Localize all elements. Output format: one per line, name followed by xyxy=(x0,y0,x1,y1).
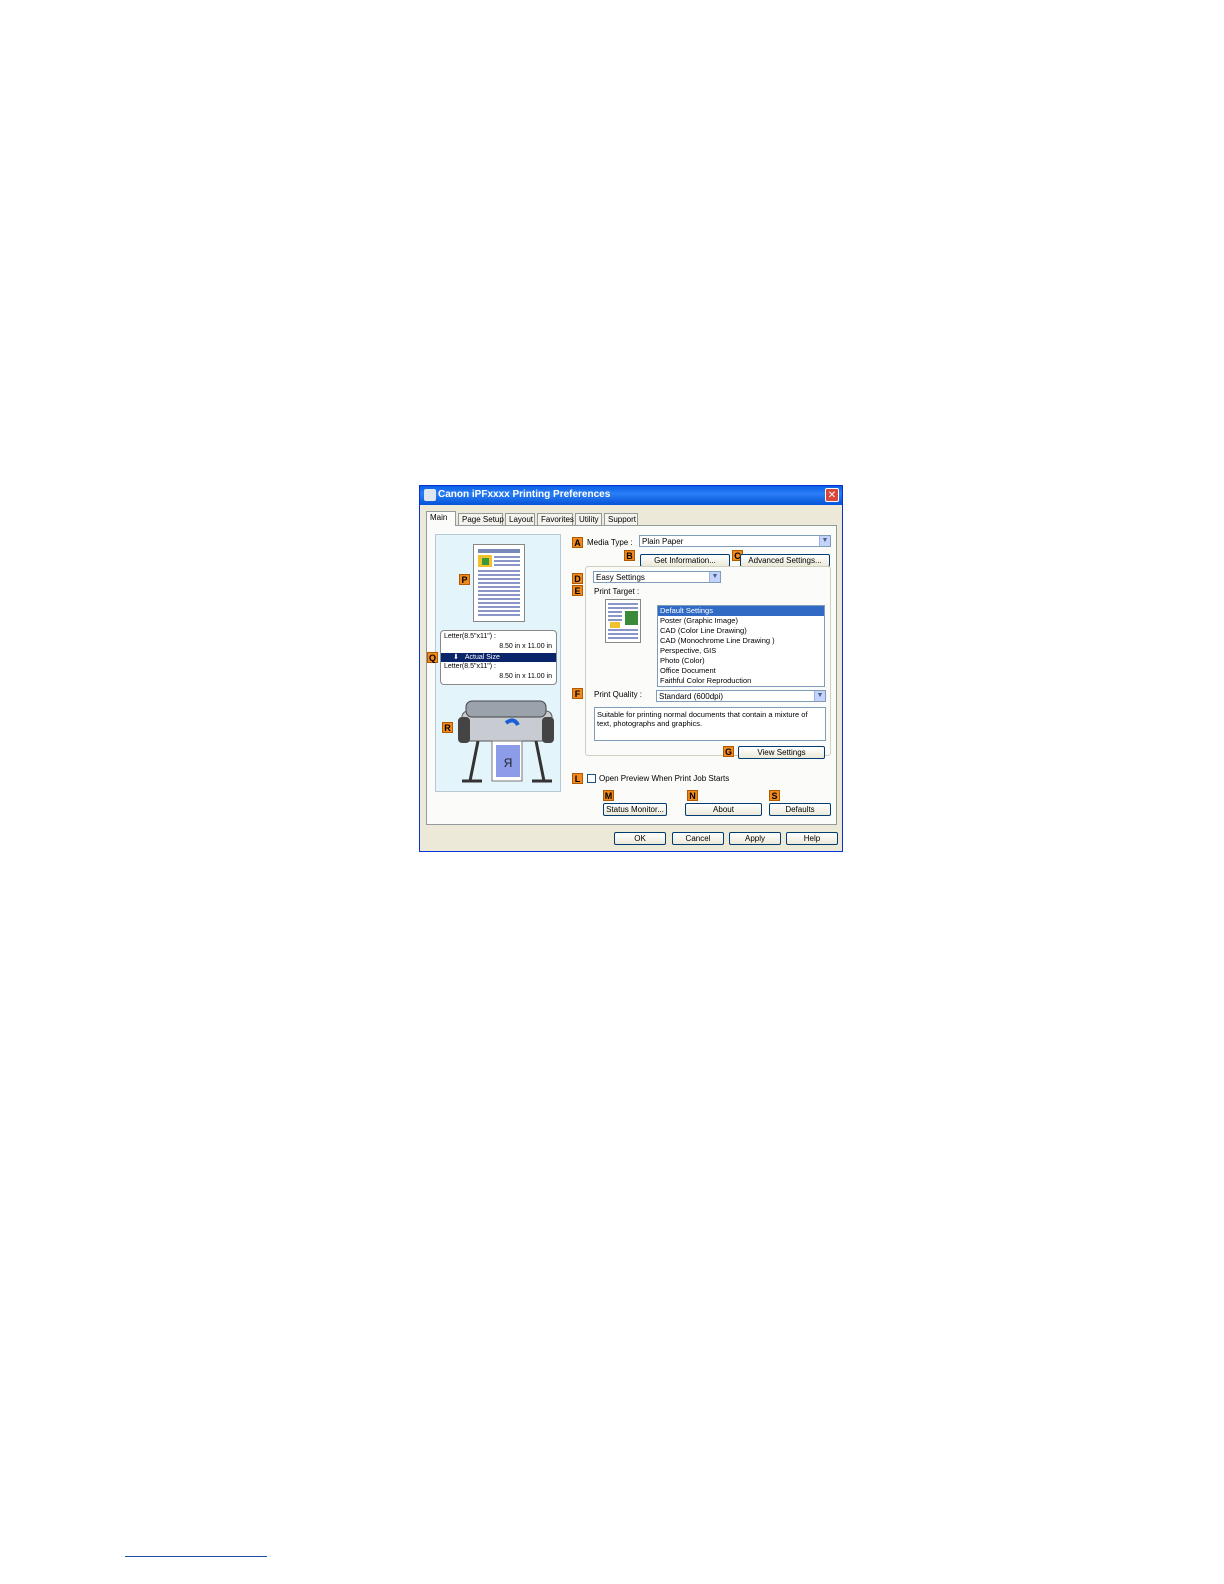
marker-e: E xyxy=(572,585,583,596)
list-item[interactable]: CAD (Monochrome Line Drawing ) xyxy=(658,636,824,646)
main-tab-panel: P Letter(8.5"x11") : 8.50 in x 11.00 in … xyxy=(426,525,837,825)
arrow-down-icon: ⬇ xyxy=(453,654,459,661)
marker-a: A xyxy=(572,537,583,548)
media-type-value: Plain Paper xyxy=(642,537,684,546)
window-title: Canon iPFxxxx Printing Preferences xyxy=(438,489,611,500)
marker-d: D xyxy=(572,573,583,584)
marker-m: M xyxy=(603,790,614,801)
preview-pane: P Letter(8.5"x11") : 8.50 in x 11.00 in … xyxy=(427,534,561,792)
tab-support[interactable]: Support xyxy=(604,513,638,525)
page-content-graphic xyxy=(478,549,520,616)
print-quality-label: Print Quality : xyxy=(594,690,643,699)
title-bar[interactable]: Canon iPFxxxx Printing Preferences ✕ xyxy=(420,486,842,505)
printer-icon xyxy=(424,489,436,501)
open-preview-label: Open Preview When Print Job Starts xyxy=(599,774,730,783)
list-item[interactable]: Office Document xyxy=(658,666,824,676)
open-preview-checkbox[interactable] xyxy=(587,774,596,783)
help-button[interactable]: Help xyxy=(786,832,838,845)
ok-button[interactable]: OK xyxy=(614,832,666,845)
sheet-letter: R xyxy=(503,756,512,770)
cancel-button[interactable]: Cancel xyxy=(672,832,724,845)
chevron-down-icon[interactable]: ▼ xyxy=(814,691,825,701)
status-monitor-button[interactable]: Status Monitor... xyxy=(603,803,667,816)
print-target-label: Print Target : xyxy=(594,587,640,596)
printer-illustration: R xyxy=(458,700,554,783)
marker-b: B xyxy=(624,550,635,561)
defaults-button[interactable]: Defaults xyxy=(769,803,831,816)
marker-q: Q xyxy=(427,652,438,663)
output-size-dims: 8.50 in x 11.00 in xyxy=(499,673,552,680)
tab-utility[interactable]: Utility xyxy=(575,513,602,525)
marker-p: P xyxy=(459,574,470,585)
print-quality-value: Standard (600dpi) xyxy=(659,692,724,701)
print-target-list[interactable]: Default Settings Poster (Graphic Image) … xyxy=(657,605,825,687)
marker-n: N xyxy=(687,790,698,801)
about-button[interactable]: About xyxy=(685,803,762,816)
chevron-down-icon[interactable]: ▼ xyxy=(819,536,830,546)
print-target-preview-icon xyxy=(605,599,641,643)
list-item[interactable]: CAD (Color Line Drawing) xyxy=(658,626,824,636)
page-preview-thumbnail xyxy=(473,544,525,622)
print-quality-select[interactable]: Standard (600dpi) ▼ xyxy=(656,690,826,702)
list-item[interactable]: Default Settings xyxy=(658,606,824,616)
list-item[interactable]: Perspective, GIS xyxy=(658,646,824,656)
scaling-bar: ⬇ Actual Size xyxy=(441,653,556,662)
list-item[interactable]: Photo (Color) xyxy=(658,656,824,666)
print-quality-description: Suitable for printing normal documents t… xyxy=(594,707,826,741)
printing-preferences-dialog: Canon iPFxxxx Printing Preferences ✕ Mai… xyxy=(419,485,843,852)
output-size-label: Letter(8.5"x11") : xyxy=(444,663,496,670)
scaling-label: Actual Size xyxy=(464,654,500,661)
close-button[interactable]: ✕ xyxy=(825,488,839,502)
marker-f: F xyxy=(572,688,583,699)
footnote-rule xyxy=(125,1556,267,1557)
view-settings-button[interactable]: View Settings xyxy=(738,746,825,759)
original-size-label: Letter(8.5"x11") : xyxy=(444,633,496,640)
marker-g: G xyxy=(723,746,734,757)
tab-favorites[interactable]: Favorites xyxy=(537,513,574,525)
marker-s: S xyxy=(769,790,780,801)
media-type-select[interactable]: Plain Paper ▼ xyxy=(639,535,831,547)
tab-layout[interactable]: Layout xyxy=(505,513,535,525)
list-item[interactable]: Poster (Graphic Image) xyxy=(658,616,824,626)
paper-size-info: Letter(8.5"x11") : 8.50 in x 11.00 in ⬇ … xyxy=(440,630,557,685)
media-type-label: Media Type : xyxy=(587,538,633,547)
marker-l: L xyxy=(572,773,583,784)
marker-r: R xyxy=(442,722,453,733)
tab-page-setup[interactable]: Page Setup xyxy=(458,513,504,525)
original-size-dims: 8.50 in x 11.00 in xyxy=(499,643,552,650)
apply-button[interactable]: Apply xyxy=(729,832,781,845)
list-item[interactable]: Faithful Color Reproduction xyxy=(658,676,824,686)
tab-main[interactable]: Main xyxy=(426,511,456,526)
